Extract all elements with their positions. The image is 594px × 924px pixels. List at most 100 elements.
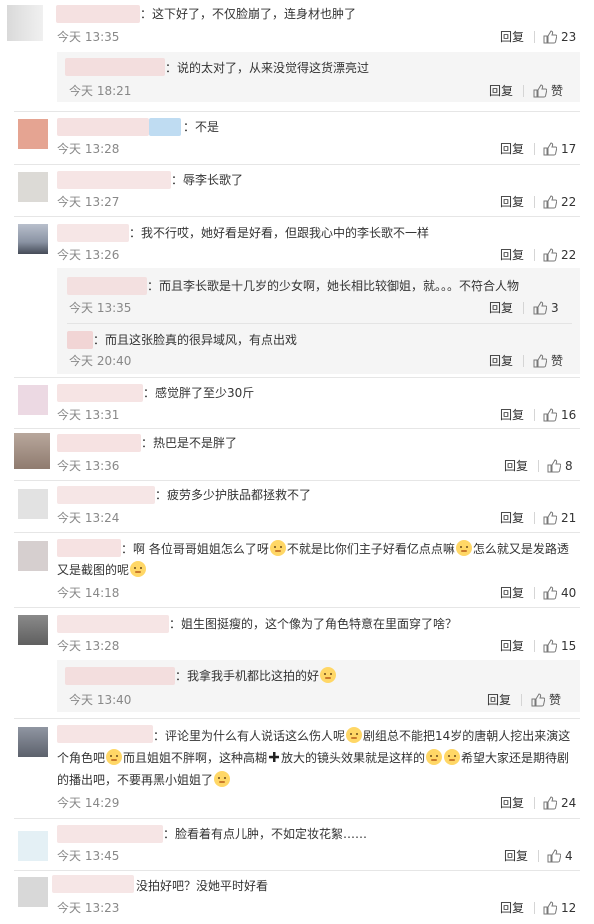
avatar[interactable] [18, 727, 48, 757]
like-button[interactable]: 22 [543, 247, 576, 263]
username-blurred[interactable] [67, 277, 147, 295]
comment-text-part: 希望大家还是期待剧 [461, 751, 570, 765]
thumbs-up-icon [543, 586, 557, 600]
separator [523, 85, 524, 97]
thumbs-up-icon [533, 84, 547, 98]
reply-button[interactable]: 回复 [500, 194, 524, 210]
comment-text: ：不是 [183, 120, 220, 134]
like-button[interactable]: 8 [547, 458, 573, 474]
avatar[interactable] [18, 489, 48, 519]
like-count: 23 [561, 30, 577, 44]
thumbs-up-icon [543, 408, 557, 422]
comment-text-part: ：啊 各位哥哥姐姐怎么了呀 [121, 542, 269, 556]
smile-emoji-icon [269, 540, 286, 556]
smile-emoji-icon [106, 749, 123, 765]
separator [534, 409, 535, 421]
username-blurred[interactable] [57, 384, 143, 402]
username-blurred[interactable] [57, 486, 155, 504]
thumbs-up-icon [547, 849, 561, 863]
comment-text-part: 的播出吧，不要再黑小姐姐了 [57, 773, 214, 787]
divider [14, 111, 580, 112]
username-blurred[interactable] [52, 875, 134, 893]
like-button[interactable]: 4 [547, 848, 573, 864]
like-button[interactable]: 40 [543, 585, 576, 601]
like-button[interactable]: 16 [543, 407, 576, 423]
like-button[interactable]: 22 [543, 194, 576, 210]
username-blurred[interactable] [67, 331, 93, 349]
like-count: 8 [565, 459, 573, 473]
avatar[interactable] [18, 831, 48, 861]
avatar[interactable] [18, 385, 48, 415]
like-button[interactable]: 24 [543, 795, 576, 811]
reply-button[interactable]: 回复 [487, 692, 511, 708]
reply-button[interactable]: 回复 [500, 585, 524, 601]
reply-button[interactable]: 回复 [489, 300, 513, 316]
like-button[interactable]: 21 [543, 510, 576, 526]
reply-button[interactable]: 回复 [489, 83, 513, 99]
username-blurred[interactable] [149, 118, 181, 136]
reply-time: 今天 13:35 [69, 301, 132, 315]
like-button[interactable]: 17 [543, 141, 576, 157]
reply-button[interactable]: 回复 [500, 638, 524, 654]
comment-time: 今天 14:29 [57, 796, 120, 810]
reply-text: ：而且这张脸真的很异域风，有点出戏 [93, 333, 298, 347]
username-blurred[interactable] [57, 434, 141, 452]
divider [14, 480, 580, 481]
reply-button[interactable]: 回复 [504, 458, 528, 474]
avatar[interactable] [18, 119, 48, 149]
divider [14, 164, 580, 165]
like-count: 22 [561, 248, 577, 262]
username-blurred[interactable] [57, 118, 149, 136]
smile-emoji-icon [455, 540, 472, 556]
thumbs-up-icon [543, 142, 557, 156]
like-button[interactable]: 3 [533, 300, 559, 316]
username-blurred[interactable] [65, 58, 165, 76]
like-button[interactable]: 赞 [533, 83, 563, 99]
comment-text: ：脸看着有点儿肿，不如定妆花絮…… [163, 827, 368, 841]
separator [538, 460, 539, 472]
divider [14, 718, 580, 719]
comment-time: 今天 13:35 [57, 30, 120, 44]
like-button[interactable]: 赞 [531, 692, 561, 708]
like-count: 24 [561, 796, 577, 810]
like-button[interactable]: 15 [543, 638, 576, 654]
like-button[interactable]: 赞 [533, 353, 563, 369]
reply-button[interactable]: 回复 [500, 247, 524, 263]
like-count: 赞 [549, 693, 562, 707]
reply-time: 今天 18:21 [69, 84, 132, 98]
like-count: 16 [561, 408, 577, 422]
reply-text: ：而且李长歌是十几岁的少女啊，她长相比较御姐，就。。。不符合人物 [147, 279, 520, 293]
username-blurred[interactable] [57, 224, 129, 242]
reply-button[interactable]: 回复 [504, 848, 528, 864]
avatar[interactable] [18, 615, 48, 645]
comment-text: ：疲劳多少护肤品都拯救不了 [155, 488, 312, 502]
like-button[interactable]: 12 [543, 900, 576, 916]
username-blurred[interactable] [57, 615, 169, 633]
reply-button[interactable]: 回复 [489, 353, 513, 369]
comment-text-part: 个角色吧 [57, 751, 106, 765]
comment-time: 今天 13:31 [57, 408, 120, 422]
avatar[interactable] [18, 541, 48, 571]
avatar[interactable] [18, 172, 48, 202]
reply-button[interactable]: 回复 [500, 795, 524, 811]
comment-time: 今天 13:36 [57, 459, 120, 473]
username-blurred[interactable] [57, 171, 171, 189]
comment-text: ：辱李长歌了 [171, 173, 244, 187]
avatar[interactable] [7, 5, 43, 41]
reply-button[interactable]: 回复 [500, 900, 524, 916]
separator [538, 850, 539, 862]
username-blurred[interactable] [65, 667, 175, 685]
avatar[interactable] [18, 877, 48, 907]
reply-button[interactable]: 回复 [500, 29, 524, 45]
avatar[interactable] [14, 433, 50, 469]
reply-button[interactable]: 回复 [500, 407, 524, 423]
separator [534, 640, 535, 652]
username-blurred[interactable] [56, 5, 140, 23]
divider [14, 818, 580, 819]
reply-button[interactable]: 回复 [500, 510, 524, 526]
thumbs-up-icon [533, 354, 547, 368]
username-blurred[interactable] [57, 825, 163, 843]
reply-button[interactable]: 回复 [500, 141, 524, 157]
like-button[interactable]: 23 [543, 29, 576, 45]
avatar[interactable] [18, 224, 48, 254]
